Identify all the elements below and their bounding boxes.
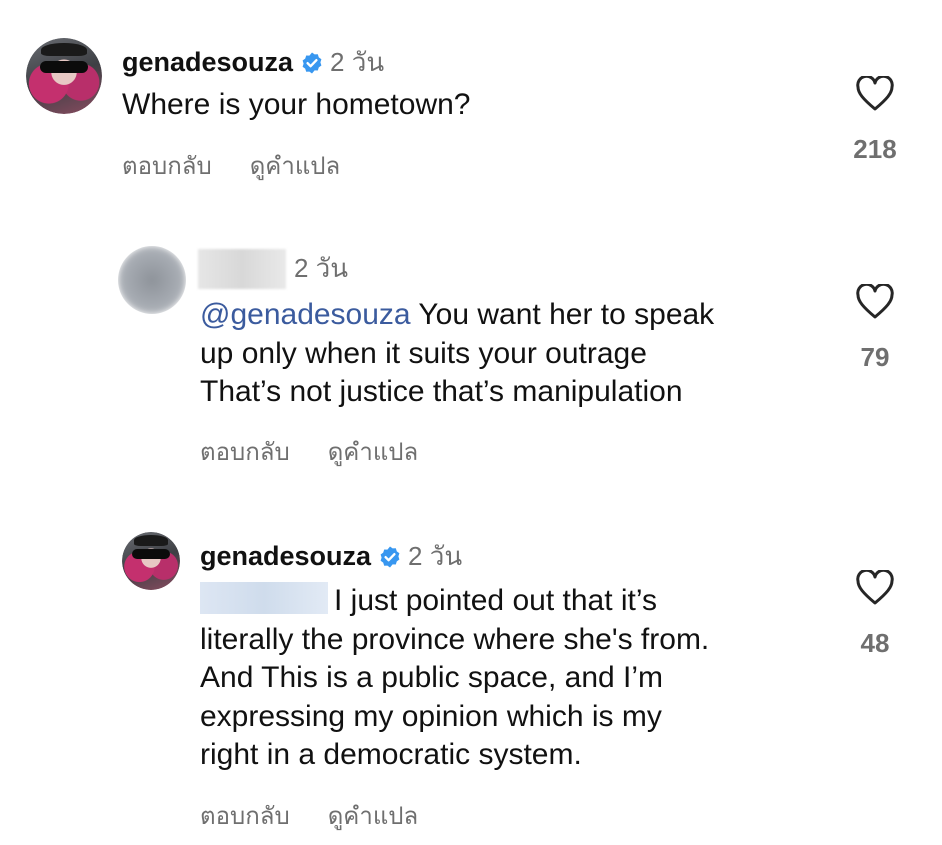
text-line: right in a democratic system.	[200, 738, 582, 771]
comment-actions: ตอบกลับ ดูคำแปล	[200, 796, 418, 835]
text-line: I just pointed out that it’s	[334, 584, 657, 617]
avatar[interactable]	[122, 532, 180, 590]
comment-header: genadesouza 2 วัน	[200, 536, 462, 577]
see-translation-button[interactable]: ดูคำแปล	[328, 796, 419, 835]
comment-text: I just pointed out that it’s literally t…	[200, 582, 709, 775]
reply-button[interactable]: ตอบกลับ	[200, 796, 290, 835]
timestamp: 2 วัน	[408, 541, 463, 571]
redacted-mention	[200, 582, 328, 614]
text-line: And This is a public space, and I’m	[200, 661, 664, 694]
heart-outline-icon[interactable]	[855, 570, 895, 606]
verified-badge-icon	[380, 546, 400, 567]
comment-3: genadesouza 2 วัน I just pointed out tha…	[0, 0, 942, 845]
like-count: 48	[860, 628, 890, 658]
text-line: literally the province where she's from.	[200, 622, 710, 656]
like-section: 48	[845, 570, 905, 659]
avatar-image	[122, 532, 180, 590]
text-line: expressing my opinion which is my	[200, 699, 662, 733]
username[interactable]: genadesouza	[200, 541, 371, 572]
